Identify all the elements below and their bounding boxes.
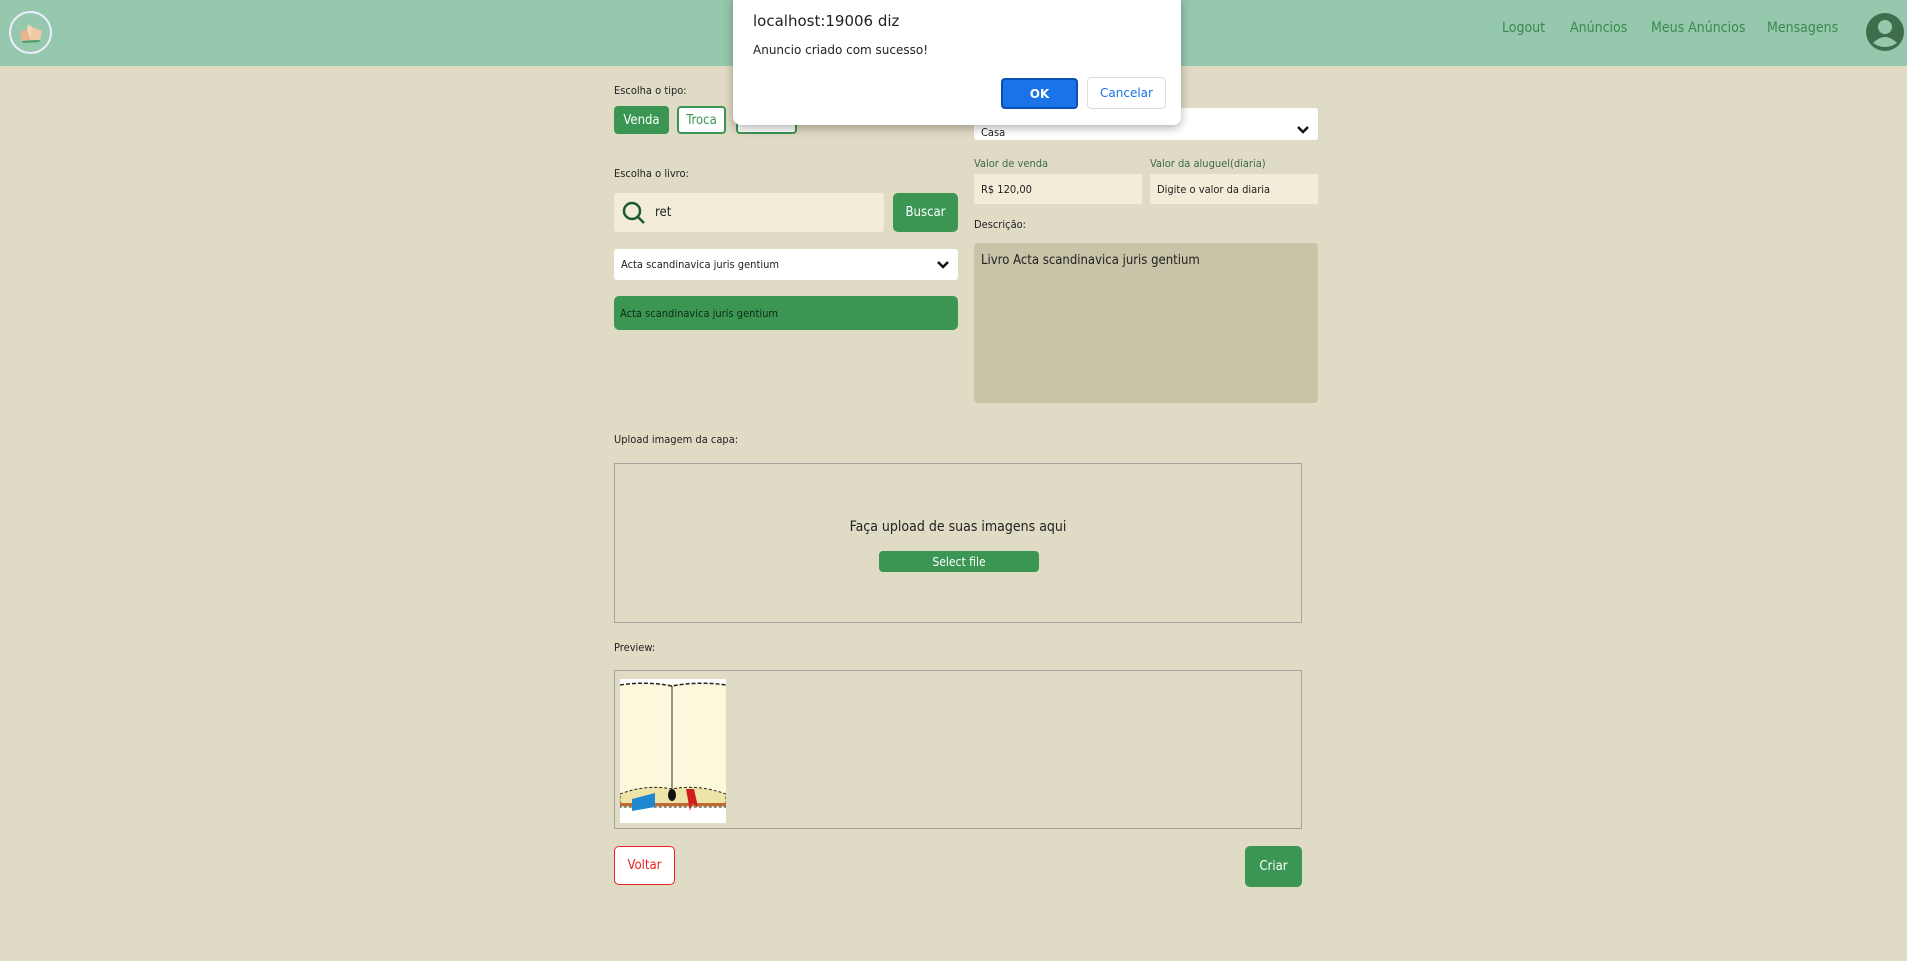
nav-anuncios[interactable]: Anúncios xyxy=(1570,20,1627,36)
type-troca-button[interactable]: Troca xyxy=(677,106,726,134)
category-value: Casa xyxy=(981,126,1006,139)
user-avatar-icon[interactable] xyxy=(1866,13,1904,51)
sale-value-input[interactable]: R$ 120,00 xyxy=(974,174,1142,204)
upload-dropzone[interactable]: Faça upload de suas imagens aqui Select … xyxy=(614,463,1302,623)
back-button[interactable]: Voltar xyxy=(614,846,675,885)
rent-label: Valor da aluguel(diaria) xyxy=(1150,157,1266,170)
dialog-message: Anuncio criado com sucesso! xyxy=(753,43,929,57)
description-label: Descrição: xyxy=(974,218,1027,231)
rent-value-input[interactable]: Digite o valor da diaria xyxy=(1150,174,1318,204)
alert-dialog: localhost:19006 diz Anuncio criado com s… xyxy=(733,0,1181,125)
dialog-ok-button[interactable]: OK xyxy=(1001,78,1078,109)
type-venda-button[interactable]: Venda xyxy=(614,106,669,134)
search-input[interactable]: ret xyxy=(614,193,884,232)
book-logo-icon xyxy=(19,23,42,43)
dialog-cancel-button[interactable]: Cancelar xyxy=(1087,77,1166,109)
book-select-value: Acta scandinavica juris gentium xyxy=(621,258,779,271)
search-button[interactable]: Buscar xyxy=(893,193,958,232)
upload-label: Upload imagem da capa: xyxy=(614,433,739,446)
description-textarea[interactable]: Livro Acta scandinavica juris gentium xyxy=(974,243,1318,403)
chevron-down-icon xyxy=(1297,126,1309,134)
search-icon xyxy=(622,201,645,224)
nav-mensagens[interactable]: Mensagens xyxy=(1767,20,1838,36)
book-select[interactable]: Acta scandinavica juris gentium xyxy=(614,249,958,280)
logo[interactable] xyxy=(9,11,52,54)
nav-meus-anuncios[interactable]: Meus Anúncios xyxy=(1651,20,1745,36)
upload-text: Faça upload de suas imagens aqui xyxy=(849,519,1067,535)
preview-label: Preview: xyxy=(614,641,656,654)
sale-label: Valor de venda xyxy=(974,157,1049,170)
dialog-title: localhost:19006 diz xyxy=(753,12,900,30)
select-file-button[interactable]: Select file xyxy=(879,551,1039,572)
preview-box xyxy=(614,670,1302,829)
nav-logout[interactable]: Logout xyxy=(1502,20,1545,36)
book-result-item[interactable]: Acta scandinavica juris gentium xyxy=(614,296,958,330)
search-value: ret xyxy=(655,205,672,220)
create-button[interactable]: Criar xyxy=(1245,846,1302,887)
type-label: Escolha o tipo: xyxy=(614,84,687,97)
cover-preview-image xyxy=(620,679,726,823)
chevron-down-icon xyxy=(937,260,949,269)
book-label: Escolha o livro: xyxy=(614,167,689,180)
